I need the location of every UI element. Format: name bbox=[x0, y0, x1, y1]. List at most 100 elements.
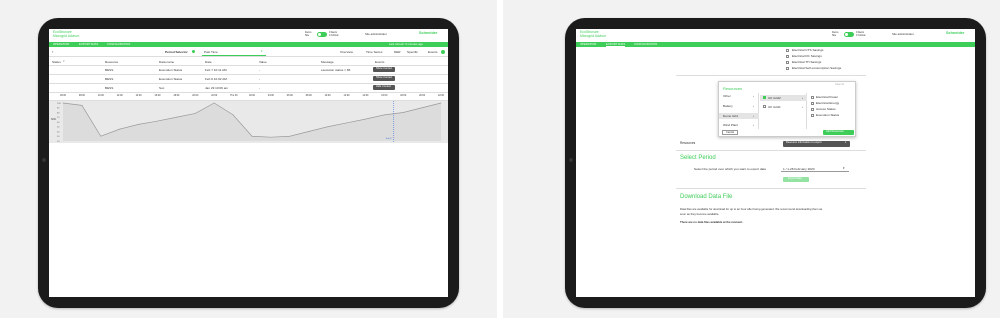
soc-data-point bbox=[402, 112, 404, 113]
resource-checkbox[interactable] bbox=[763, 105, 766, 108]
option-checkbox[interactable] bbox=[786, 49, 789, 52]
row-divider bbox=[49, 74, 448, 75]
option-checkbox[interactable] bbox=[786, 67, 789, 70]
time-axis-tick: 06:00 bbox=[60, 94, 66, 97]
download-description-1: Data files are available for download fo… bbox=[680, 207, 823, 211]
cancel-button[interactable]: Cancel bbox=[722, 130, 738, 135]
col-resource: Resource bbox=[105, 60, 119, 64]
cell-resource: BESS bbox=[105, 68, 114, 72]
period-select[interactable]: Past Time bbox=[204, 50, 218, 54]
period-select[interactable]: 1 / 1-28 February 2020 ▾ bbox=[781, 166, 849, 172]
time-axis-tick: 04:00 bbox=[267, 94, 274, 97]
resource-list: UK Grid2 › UK Grid1 › bbox=[760, 93, 807, 129]
data-item: Access Status bbox=[816, 107, 836, 111]
user-menu[interactable]: Site administrator bbox=[892, 33, 914, 36]
tab-der[interactable]: DER bbox=[394, 50, 401, 54]
category-item[interactable]: Wind Plant bbox=[723, 123, 738, 127]
soc-data-point bbox=[157, 120, 158, 122]
chevron-right-icon: › bbox=[802, 105, 804, 109]
time-axis-tick: 12:00 bbox=[343, 94, 350, 97]
nav-configuration[interactable]: CONFIGURATION bbox=[634, 43, 657, 46]
clear-all-link[interactable]: Clear all bbox=[835, 83, 844, 86]
y-tick-label: 70 bbox=[57, 117, 60, 119]
nav-operation[interactable]: OPERATION bbox=[580, 43, 596, 46]
y-tick-label: 30 bbox=[57, 136, 60, 138]
chevron-right-icon: › bbox=[753, 104, 755, 108]
category-item[interactable]: Other bbox=[723, 94, 731, 98]
resource-item[interactable]: UK Grid2 bbox=[768, 96, 781, 100]
download-description-2: soon as they become available. bbox=[680, 212, 720, 216]
option-checkbox[interactable] bbox=[786, 61, 789, 64]
tab-specific[interactable]: Specific bbox=[407, 50, 418, 54]
y-tick-label: 20 bbox=[57, 141, 60, 143]
event-marker-label: Feb 8 bbox=[386, 138, 392, 140]
data-checkbox[interactable] bbox=[811, 96, 814, 99]
time-axis-tick: 20:00 bbox=[192, 94, 199, 97]
add-resources-button[interactable]: Add Resources bbox=[823, 130, 854, 135]
y-tick-label: 60 bbox=[57, 122, 60, 124]
time-axis-tick: 10:00 bbox=[97, 94, 104, 97]
site-toggle[interactable] bbox=[317, 32, 327, 37]
data-checkbox[interactable] bbox=[811, 108, 814, 111]
section-divider bbox=[676, 75, 866, 76]
tab-events[interactable]: Events bbox=[428, 50, 437, 54]
operation-screen: EcoStruxure Microgrid Advisor Demo Site … bbox=[49, 29, 448, 297]
cell-data-name: Execution Status bbox=[159, 77, 183, 81]
nav-configuration[interactable]: CONFIGURATION bbox=[107, 43, 130, 46]
user-menu[interactable]: Site administrator bbox=[365, 33, 387, 36]
back-chevron-icon[interactable]: ‹ bbox=[52, 50, 53, 54]
show-context-button[interactable]: Show Context bbox=[373, 67, 395, 72]
section-divider bbox=[676, 150, 866, 151]
chevron-right-icon: › bbox=[753, 123, 755, 127]
data-checkbox[interactable] bbox=[811, 102, 814, 105]
cell-value: - bbox=[259, 77, 261, 81]
soc-data-point bbox=[138, 124, 139, 125]
data-item: Execution Status bbox=[816, 113, 840, 117]
tablet-camera bbox=[42, 158, 46, 162]
cell-date: Feb 7 10:11 AM bbox=[205, 68, 227, 72]
soc-data-point bbox=[62, 102, 64, 104]
time-axis-tick: 14:00 bbox=[135, 94, 142, 97]
tablet-frame-right: EcoStruxure Microgrid Advisor Demo Site … bbox=[565, 18, 986, 308]
resource-checkbox[interactable] bbox=[763, 96, 766, 99]
time-axis-tick: Thu 30 bbox=[230, 94, 238, 97]
info-icon bbox=[192, 50, 195, 53]
main-nav: OPERATION EXPORT DATA CONFIGURATION bbox=[576, 42, 975, 47]
export-screen: EcoStruxure Microgrid Advisor Demo Site … bbox=[576, 29, 975, 297]
soc-data-point bbox=[365, 118, 366, 120]
chevron-down-icon[interactable]: ▾ bbox=[261, 49, 263, 53]
app-header: EcoStruxure Microgrid Advisor Demo Site … bbox=[576, 29, 975, 41]
export-data-button[interactable]: Export Data bbox=[783, 177, 809, 182]
cell-data-name: Soc bbox=[159, 86, 165, 90]
category-item[interactable]: Battery bbox=[723, 104, 733, 108]
hide-context-button[interactable]: Hide Context bbox=[373, 85, 395, 90]
app-header: EcoStruxure Microgrid Advisor Demo Site … bbox=[49, 29, 448, 41]
resource-info-button[interactable]: Resource information to export ▾ bbox=[783, 141, 850, 147]
filter-icon[interactable]: ▿ bbox=[63, 60, 65, 63]
tab-time-series[interactable]: Time Series bbox=[366, 50, 382, 54]
tab-overview[interactable]: Overview bbox=[340, 50, 353, 54]
nav-export-data[interactable]: EXPORT DATA bbox=[79, 43, 98, 46]
events-toggle-icon[interactable] bbox=[441, 50, 445, 54]
col-status: Status bbox=[52, 60, 61, 64]
chevron-right-icon: › bbox=[802, 96, 804, 100]
resource-item[interactable]: UK Grid1 bbox=[768, 105, 781, 109]
right-showcase-panel: EcoStruxure Microgrid Advisor Demo Site … bbox=[503, 0, 1000, 318]
soc-data-point bbox=[176, 116, 177, 118]
cell-message: execution status = 86 bbox=[321, 68, 351, 72]
critical-count: 0 Critical bbox=[856, 34, 866, 37]
site-toggle[interactable] bbox=[844, 32, 854, 37]
soc-data-point bbox=[421, 107, 423, 109]
no-files-message: There are no data files available at the… bbox=[680, 220, 743, 224]
nav-operation[interactable]: OPERATION bbox=[53, 43, 69, 46]
category-item-selected[interactable]: Demo Grid bbox=[723, 114, 738, 118]
option-checkbox[interactable] bbox=[786, 55, 789, 58]
show-context-button[interactable]: Show Context bbox=[373, 76, 395, 81]
y-tick-label: 100 bbox=[57, 103, 61, 105]
nav-export-data[interactable]: EXPORT DATA bbox=[606, 43, 626, 47]
option-label: Electrical TH Savings bbox=[792, 60, 822, 64]
soc-chart: 100 90 80 70 60 50 40 30 20 Feb 8 bbox=[57, 101, 442, 143]
cell-date: Jan 29 10:06 am bbox=[205, 86, 229, 90]
soc-data-point bbox=[308, 131, 310, 132]
data-checkbox[interactable] bbox=[811, 114, 814, 117]
